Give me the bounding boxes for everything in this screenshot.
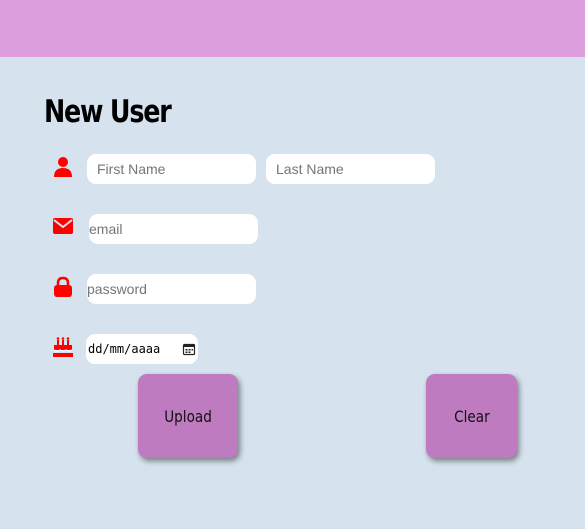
clear-button[interactable]: Clear xyxy=(426,374,517,458)
first-name-field[interactable] xyxy=(87,154,256,184)
header-bar xyxy=(0,0,585,57)
user-icon xyxy=(52,156,74,178)
calendar-icon[interactable] xyxy=(182,342,196,356)
lock-icon xyxy=(52,276,74,298)
last-name-field[interactable] xyxy=(266,154,435,184)
birthday-cake-icon xyxy=(52,336,74,358)
password-field[interactable] xyxy=(87,274,256,304)
envelope-icon xyxy=(52,216,74,236)
upload-button-label: Upload xyxy=(164,406,212,426)
birthdate-value: dd/mm/aaaa xyxy=(88,342,161,356)
email-field[interactable] xyxy=(89,214,258,244)
clear-button-label: Clear xyxy=(453,406,490,426)
upload-button[interactable]: Upload xyxy=(138,374,238,458)
birthdate-field[interactable]: dd/mm/aaaa xyxy=(86,334,198,364)
page-title: New User xyxy=(44,94,172,130)
